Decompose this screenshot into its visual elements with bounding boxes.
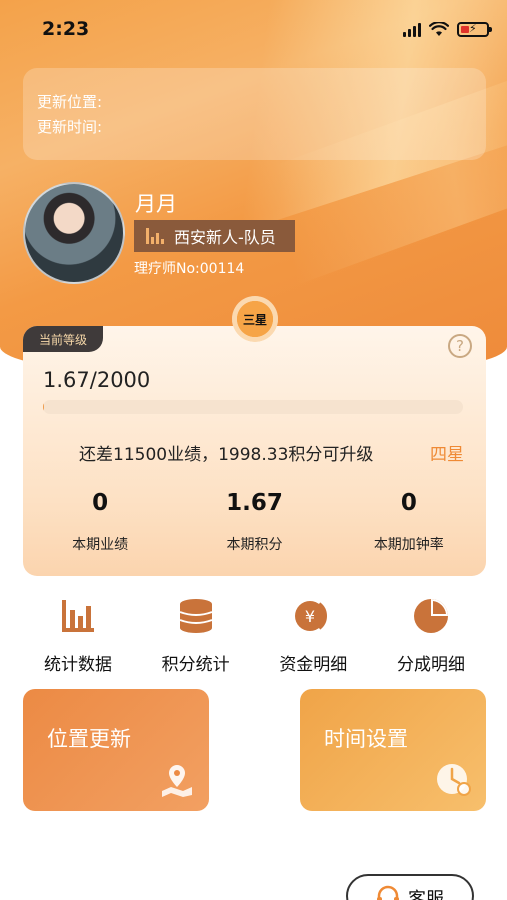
location-update-card[interactable]: 位置更新 <box>23 689 209 811</box>
stat-overtime-rate: 0 本期加钟率 <box>332 490 486 554</box>
stat-label: 本期积分 <box>226 537 283 553</box>
pie-chart-icon <box>413 599 448 633</box>
quick-action-label: 统计数据 <box>44 655 112 675</box>
quick-action-label: 资金明细 <box>279 655 348 675</box>
location-info-card: 更新位置: 更新时间: <box>23 68 486 160</box>
help-icon[interactable]: ? <box>448 334 472 358</box>
status-bar: 2:23 ⚡ <box>0 0 507 60</box>
customer-service-button[interactable]: 客服 <box>346 874 474 900</box>
quick-action-points[interactable]: 积分统计 <box>141 596 251 675</box>
current-level-tag: 当前等级 <box>23 326 103 352</box>
quick-action-label: 积分统计 <box>161 655 230 675</box>
quick-action-label: 分成明细 <box>396 655 465 675</box>
user-name: 月月 <box>135 192 177 216</box>
stat-label: 本期加钟率 <box>373 537 444 553</box>
location-update-label: 位置更新 <box>47 727 131 751</box>
wifi-icon <box>429 22 449 36</box>
status-icons: ⚡ <box>403 22 492 37</box>
battery-icon: ⚡ <box>457 22 492 37</box>
customer-service-label: 客服 <box>408 889 444 900</box>
clock-settings-icon <box>437 764 471 796</box>
level-progress-text: 1.67/2000 <box>43 368 151 392</box>
stat-points: 1.67 本期积分 <box>177 490 331 554</box>
stat-value: 0 <box>92 490 109 516</box>
quick-action-funds[interactable]: ¥ 资金明细 <box>258 596 368 675</box>
stat-value: 0 <box>400 490 417 516</box>
bar-chart-icon <box>146 228 164 244</box>
avatar <box>23 182 125 284</box>
bar-chart-icon <box>62 600 94 632</box>
level-card: 当前等级 ? 1.67/2000 还差11500业绩，1998.33积分可升级 … <box>23 326 486 576</box>
time-settings-card[interactable]: 时间设置 <box>300 689 486 811</box>
headset-icon <box>377 885 399 900</box>
stat-label: 本期业绩 <box>72 537 129 553</box>
signal-icon <box>403 22 421 37</box>
quick-action-statistics[interactable]: 统计数据 <box>23 596 133 675</box>
update-time-label: 更新时间: <box>37 118 103 136</box>
quick-actions: 统计数据 积分统计 ¥ 资金明细 分成明细 <box>23 596 486 675</box>
upgrade-hint: 还差11500业绩，1998.33积分可升级 <box>79 445 374 465</box>
coin-stack-icon <box>179 599 213 633</box>
team-name: 西安新人-队员 <box>174 228 276 247</box>
therapist-number: 理疗师No:00114 <box>134 261 245 277</box>
level-progress-bar <box>43 400 463 414</box>
svg-text:¥: ¥ <box>305 607 315 626</box>
update-location-label: 更新位置: <box>37 93 103 111</box>
period-stats: 0 本期业绩 1.67 本期积分 0 本期加钟率 <box>23 490 486 554</box>
time-settings-label: 时间设置 <box>324 727 408 751</box>
quick-action-commission[interactable]: 分成明细 <box>376 596 486 675</box>
stat-value: 1.67 <box>226 490 283 516</box>
status-time: 2:23 <box>42 18 90 40</box>
map-pin-icon <box>162 765 192 797</box>
stat-performance: 0 本期业绩 <box>23 490 177 554</box>
level-medal: 三星 <box>232 296 278 342</box>
team-badge: 西安新人-队员 <box>134 220 295 252</box>
yuan-coin-icon: ¥ <box>295 601 328 631</box>
next-level-label: 四星 <box>430 445 464 465</box>
